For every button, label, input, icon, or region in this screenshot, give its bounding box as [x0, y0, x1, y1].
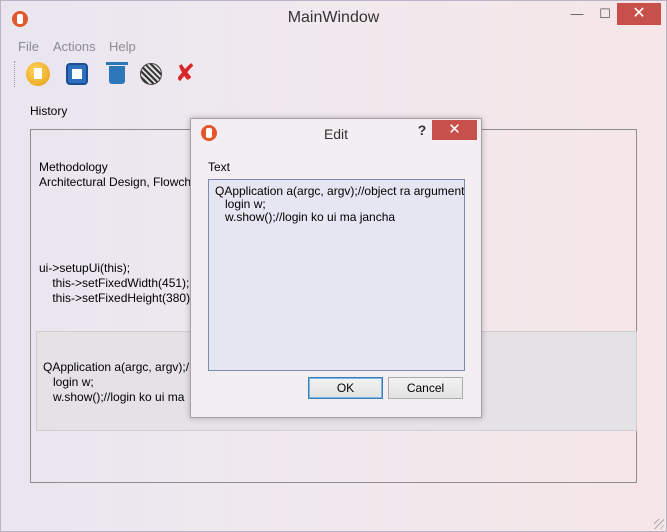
minimize-button[interactable]: — [564, 3, 590, 25]
text-label: Text [208, 160, 231, 174]
menu-actions[interactable]: Actions [53, 39, 96, 54]
main-window: MainWindow — ☐ ✕ File Actions Help ✘ His… [0, 0, 667, 532]
maximize-button[interactable]: ☐ [592, 3, 618, 25]
toolbar-grip[interactable] [14, 61, 16, 87]
new-note-icon [26, 62, 50, 86]
menu-help[interactable]: Help [109, 39, 136, 54]
ok-button[interactable]: OK [308, 377, 383, 399]
history-label: History [30, 104, 68, 118]
delete-button[interactable] [104, 61, 130, 87]
title-bar[interactable]: MainWindow — ☐ ✕ [1, 1, 666, 37]
exit-button[interactable]: ✘ [172, 61, 198, 87]
trash-icon [106, 62, 128, 84]
help-button[interactable]: ? [413, 122, 431, 138]
edit-dialog: Edit ? ✕ Text QApplication a(argc, argv)… [190, 118, 482, 418]
edit-button[interactable] [64, 61, 90, 87]
dialog-close-button[interactable]: ✕ [432, 120, 477, 140]
cancel-button[interactable]: Cancel [388, 377, 463, 399]
text-edit-field[interactable]: QApplication a(argc, argv);//object ra a… [208, 179, 465, 371]
close-button[interactable]: ✕ [617, 3, 661, 25]
clear-button[interactable] [138, 61, 164, 87]
resize-grip[interactable] [654, 519, 664, 529]
edit-icon [66, 63, 88, 85]
menu-bar: File Actions Help [1, 37, 666, 57]
menu-file[interactable]: File [18, 39, 39, 54]
exit-icon: ✘ [174, 60, 196, 87]
toolbar: ✘ [1, 58, 666, 92]
clear-icon [140, 63, 162, 85]
new-note-button[interactable] [25, 61, 51, 87]
